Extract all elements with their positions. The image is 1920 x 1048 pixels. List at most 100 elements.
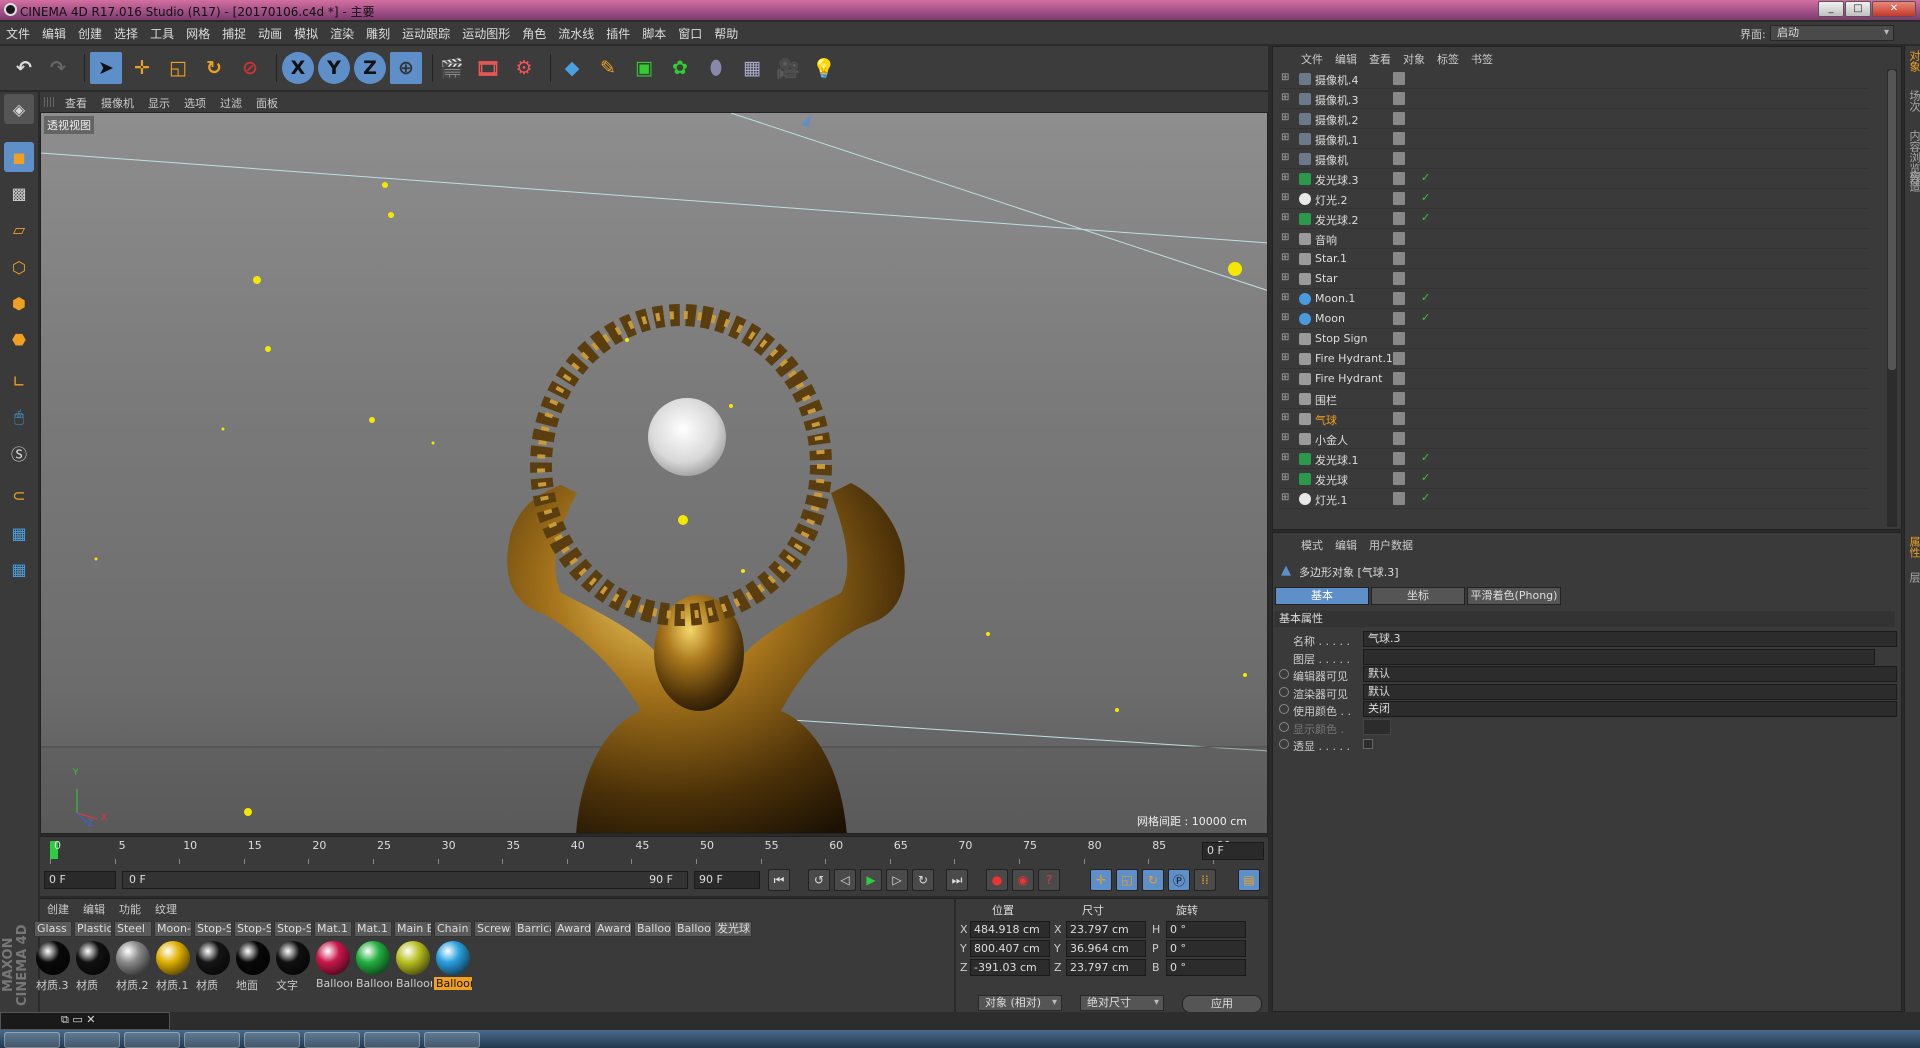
taskbar-item[interactable] <box>304 1032 360 1048</box>
material-swatch[interactable]: 材质 <box>194 939 232 1011</box>
expand-icon[interactable]: ⊞ <box>1281 332 1289 343</box>
select-cursor-icon[interactable]: ➤ <box>90 52 122 84</box>
layer-visibility-icon[interactable] <box>1393 132 1405 145</box>
cube-icon[interactable]: ◆ <box>556 52 588 84</box>
object-row[interactable]: ⊞ 小金人 <box>1279 429 1869 449</box>
cloner-icon[interactable]: ✿ <box>664 52 696 84</box>
viewport-menu-5[interactable]: 面板 <box>249 92 285 114</box>
layer-visibility-icon[interactable] <box>1393 252 1405 265</box>
expand-icon[interactable]: ⊞ <box>1281 372 1289 383</box>
size-mode-select[interactable]: 绝对尺寸 <box>1080 995 1164 1011</box>
key-parameter-icon[interactable]: Ⓟ <box>1168 869 1190 891</box>
undo-icon[interactable]: ↶ <box>8 52 40 84</box>
menu-9[interactable]: 渲染 <box>324 22 360 45</box>
viewport-menu-3[interactable]: 选项 <box>177 92 213 114</box>
menu-4[interactable]: 工具 <box>144 22 180 45</box>
key-position-icon[interactable]: ✛ <box>1090 869 1112 891</box>
next-frame-icon[interactable]: ▷ <box>886 869 908 891</box>
material-swatch[interactable]: Balloon <box>394 939 432 1011</box>
expand-icon[interactable]: ⊞ <box>1281 312 1289 323</box>
object-row[interactable]: ⊞ 发光球.1 ✓ <box>1279 449 1869 469</box>
material-name-tab[interactable]: Steel <box>114 921 152 937</box>
render-to-picture-viewer-icon[interactable]: 🎞 <box>472 52 504 84</box>
right-tab2-1[interactable]: 层 <box>1906 572 1920 583</box>
layer-visibility-icon[interactable] <box>1393 172 1405 185</box>
taskbar-item[interactable] <box>124 1032 180 1048</box>
go-to-start-icon[interactable]: ⏮ <box>768 869 790 891</box>
subdivision-icon[interactable]: ▣ <box>628 52 660 84</box>
layer-visibility-icon[interactable] <box>1393 432 1405 445</box>
layer-visibility-icon[interactable] <box>1393 292 1405 305</box>
layer-visibility-icon[interactable] <box>1393 192 1405 205</box>
menu-0[interactable]: 文件 <box>0 22 36 45</box>
layer-visibility-icon[interactable] <box>1393 72 1405 85</box>
material-name-tab[interactable]: Mat.1 <box>354 921 392 937</box>
z-axis-icon[interactable]: Z <box>354 52 386 84</box>
expand-icon[interactable]: ⊞ <box>1281 112 1289 123</box>
layer-visibility-icon[interactable] <box>1393 412 1405 425</box>
object-row[interactable]: ⊞ 摄像机.1 <box>1279 129 1869 149</box>
material-name-tab[interactable]: Mat.1 <box>314 921 352 937</box>
tab-coordinates[interactable]: 坐标 <box>1371 587 1465 605</box>
timeline-ruler[interactable]: 051015202530354045505560657075808590 0 F <box>40 836 1268 864</box>
position-field[interactable]: 484.918 cm <box>970 921 1050 938</box>
viewport-menu-0[interactable]: 查看 <box>58 92 94 114</box>
menu-7[interactable]: 动画 <box>252 22 288 45</box>
material-name-tab[interactable]: Barricad <box>514 921 552 937</box>
rotation-field[interactable]: 0 ° <box>1166 940 1246 957</box>
radio-icon[interactable] <box>1279 669 1289 679</box>
menu-3[interactable]: 选择 <box>108 22 144 45</box>
lock-workplane-icon[interactable]: ▦ <box>4 518 34 548</box>
material-swatch[interactable]: 材质.3 <box>34 939 72 1011</box>
expand-icon[interactable]: ⊞ <box>1281 352 1289 363</box>
attribute-field[interactable]: 气球.3 <box>1363 631 1897 647</box>
object-row[interactable]: ⊞ 气球 <box>1279 409 1869 429</box>
material-menu-3[interactable]: 纹理 <box>148 899 184 919</box>
enabled-check-icon[interactable]: ✓ <box>1421 211 1430 224</box>
enabled-check-icon[interactable]: ✓ <box>1421 491 1430 504</box>
previous-key-icon[interactable]: ↺ <box>808 869 830 891</box>
menu-6[interactable]: 捕捉 <box>216 22 252 45</box>
material-swatch[interactable]: 地面 <box>234 939 272 1011</box>
radio-icon[interactable] <box>1279 704 1289 714</box>
enabled-check-icon[interactable]: ✓ <box>1421 291 1430 304</box>
polygons-mode-icon[interactable]: ⬣ <box>4 324 34 354</box>
position-field[interactable]: 800.407 cm <box>970 940 1050 957</box>
solo-icon[interactable]: Ⓢ <box>4 438 34 468</box>
material-name-tab[interactable]: Stop-Sig <box>194 921 232 937</box>
render-view-icon[interactable]: 🎬 <box>436 52 468 84</box>
object-row[interactable]: ⊞ 摄像机.2 <box>1279 109 1869 129</box>
deformer-icon[interactable]: ⬮ <box>700 52 732 84</box>
menu-2[interactable]: 创建 <box>72 22 108 45</box>
menu-5[interactable]: 网格 <box>180 22 216 45</box>
recent-tool-icon[interactable]: ⊘ <box>234 52 266 84</box>
material-menu-1[interactable]: 编辑 <box>76 899 112 919</box>
snap-icon[interactable]: ⊂ <box>4 480 34 510</box>
layer-visibility-icon[interactable] <box>1393 472 1405 485</box>
material-swatch[interactable]: 材质.1 <box>154 939 192 1011</box>
right-tab-1[interactable]: 场次 <box>1906 90 1920 112</box>
next-key-icon[interactable]: ↻ <box>912 869 934 891</box>
key-rotation-icon[interactable]: ↻ <box>1142 869 1164 891</box>
points-mode-icon[interactable]: ⬡ <box>4 252 34 282</box>
record-icon[interactable]: ● <box>986 869 1008 891</box>
planar-workplane-icon[interactable]: ▦ <box>4 554 34 584</box>
material-menu-0[interactable]: 创建 <box>40 899 76 919</box>
rotation-field[interactable]: 0 ° <box>1166 959 1246 976</box>
object-row[interactable]: ⊞ Fire Hydrant <box>1279 369 1869 389</box>
material-swatch[interactable]: 材质 <box>74 939 112 1011</box>
right-tab2-0[interactable]: 属性 <box>1906 536 1920 558</box>
menu-17[interactable]: 窗口 <box>672 22 708 45</box>
size-field[interactable]: 36.964 cm <box>1066 940 1146 957</box>
expand-icon[interactable]: ⊞ <box>1281 172 1289 183</box>
viewport-menu-1[interactable]: 摄像机 <box>94 92 141 114</box>
camera-icon[interactable]: 🎥 <box>772 52 804 84</box>
color-swatch[interactable] <box>1363 718 1391 735</box>
checkbox[interactable] <box>1363 739 1373 749</box>
layer-visibility-icon[interactable] <box>1393 392 1405 405</box>
position-field[interactable]: -391.03 cm <box>970 959 1050 976</box>
object-row[interactable]: ⊞ 发光球.2 ✓ <box>1279 209 1869 229</box>
layer-visibility-icon[interactable] <box>1393 312 1405 325</box>
expand-icon[interactable]: ⊞ <box>1281 432 1289 443</box>
material-name-tab[interactable]: 发光球 <box>714 921 752 937</box>
